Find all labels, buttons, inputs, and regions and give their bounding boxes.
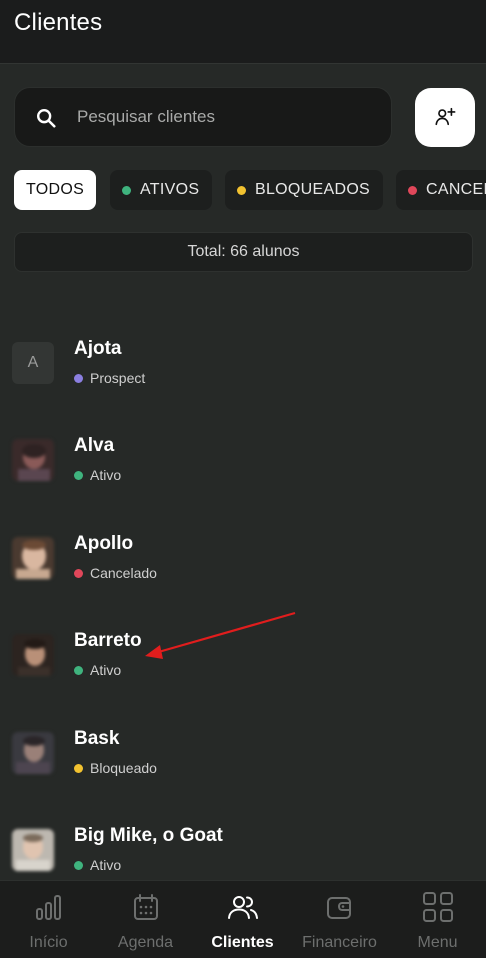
avatar — [12, 537, 54, 579]
client-status: Prospect — [74, 370, 145, 386]
search-input[interactable]: Pesquisar clientes — [77, 107, 215, 127]
filter-label: CANCELADOS — [426, 181, 486, 198]
client-row-apollo[interactable]: Apollo Cancelado — [0, 525, 486, 617]
filter-chip-bloqueados[interactable]: BLOQUEADOS — [225, 170, 383, 210]
nav-label: Menu — [417, 934, 458, 951]
nav-item-clientes[interactable]: Clientes — [194, 881, 291, 958]
client-name: Apollo — [74, 533, 134, 554]
status-dot — [122, 185, 131, 195]
client-status: Bloqueado — [74, 760, 157, 776]
avatar — [12, 439, 54, 481]
status-dot — [74, 665, 83, 675]
avatar — [12, 829, 54, 871]
filter-label: BLOQUEADOS — [255, 181, 371, 198]
bar-chart-icon — [35, 895, 61, 920]
nav-label: Agenda — [117, 934, 174, 951]
nav-label: Início — [29, 934, 68, 951]
nav-item-agenda[interactable]: Agenda — [97, 881, 194, 958]
client-row-ajota[interactable]: A Ajota Prospect — [0, 330, 486, 422]
status-label: Ativo — [90, 857, 122, 873]
status-dot — [408, 185, 417, 195]
status-dot — [74, 568, 83, 578]
status-dot — [237, 185, 246, 195]
nav-item-inicio[interactable]: Início — [0, 881, 97, 958]
client-name: Alva — [74, 435, 115, 456]
avatar — [12, 634, 54, 676]
status-dot — [74, 470, 83, 480]
app-header: Clientes — [0, 0, 486, 64]
client-row-barreto[interactable]: Barreto Ativo — [0, 622, 486, 714]
filter-chip-cancelados[interactable]: CANCELADOS — [396, 170, 486, 210]
nav-item-menu[interactable]: Menu — [389, 881, 486, 958]
status-dot — [74, 763, 83, 773]
filter-chip-todos[interactable]: TODOS — [14, 170, 96, 210]
calendar-icon — [133, 894, 158, 920]
filter-chip-ativos[interactable]: ATIVOS — [110, 170, 212, 210]
avatar: A — [12, 342, 54, 384]
search-icon — [37, 109, 56, 128]
page-title: Clientes — [14, 9, 103, 36]
filter-label: TODOS — [25, 181, 85, 198]
add-user-icon — [435, 107, 456, 126]
status-dot — [74, 373, 83, 383]
client-row-alva[interactable]: Alva Ativo — [0, 427, 486, 519]
client-name: Barreto — [74, 630, 142, 651]
client-name: Ajota — [74, 338, 122, 359]
grid-icon — [422, 892, 453, 922]
search-bar[interactable]: Pesquisar clientes — [14, 87, 392, 147]
status-label: Cancelado — [90, 565, 157, 581]
status-label: Ativo — [90, 662, 122, 678]
nav-label: Clientes — [211, 934, 274, 951]
client-name: Bask — [74, 728, 120, 749]
client-status: Ativo — [74, 857, 121, 873]
bottom-nav: Início Agenda Clientes Financeiro Menu — [0, 880, 486, 958]
nav-label: Financeiro — [302, 934, 377, 951]
status-label: Prospect — [90, 370, 146, 386]
client-status: Ativo — [74, 662, 121, 678]
users-icon — [227, 896, 258, 919]
client-status: Ativo — [74, 467, 121, 483]
avatar — [12, 732, 54, 774]
filter-chips: TODOS ATIVOS BLOQUEADOS CANCELADOS — [14, 170, 486, 210]
nav-item-financeiro[interactable]: Financeiro — [291, 881, 388, 958]
client-row-bask[interactable]: Bask Bloqueado — [0, 720, 486, 812]
wallet-icon — [326, 897, 351, 919]
filter-label: ATIVOS — [140, 181, 200, 198]
status-label: Bloqueado — [90, 760, 157, 776]
total-count: Total: 66 alunos — [14, 232, 473, 272]
status-label: Ativo — [90, 467, 122, 483]
client-name: Big Mike, o Goat — [74, 825, 223, 846]
client-status: Cancelado — [74, 565, 157, 581]
add-client-button[interactable] — [415, 88, 475, 147]
status-dot — [74, 860, 83, 870]
